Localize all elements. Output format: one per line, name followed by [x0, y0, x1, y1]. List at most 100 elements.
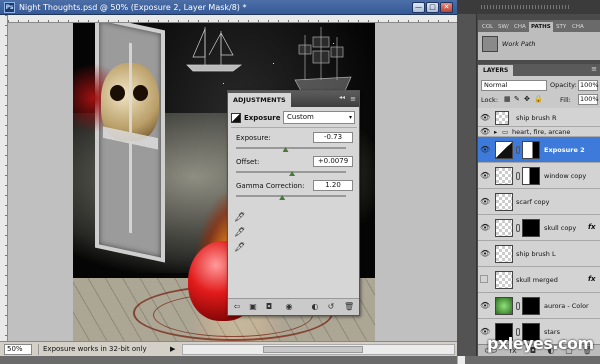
mask-link-icon[interactable]: [516, 172, 520, 180]
star: [273, 63, 274, 64]
mask-link-icon[interactable]: [516, 224, 520, 232]
layer-name[interactable]: window copy: [544, 171, 586, 181]
layer-thumbnail[interactable]: [495, 193, 513, 211]
layer-effects-icon[interactable]: fx: [588, 223, 596, 231]
layer-mask-thumbnail[interactable]: [522, 219, 540, 237]
layer-row[interactable]: 👁 ▸ ▭ heart, fire, arcane: [478, 127, 600, 137]
layer-thumbnail[interactable]: [495, 219, 513, 237]
layer-name[interactable]: skull copy: [544, 223, 576, 233]
expand-view-icon[interactable]: ▣: [248, 302, 258, 312]
fill-field[interactable]: 100%: [578, 94, 599, 105]
layer-row[interactable]: 👁 skull copy fx: [478, 215, 600, 241]
horizontal-scrollbar[interactable]: [182, 344, 455, 355]
adjustments-panel-header[interactable]: ADJUSTMENTS ◂◂ ≡: [228, 91, 359, 107]
horizontal-scroll-thumb[interactable]: [263, 346, 363, 353]
lock-position-icon[interactable]: ✥: [524, 95, 532, 103]
opacity-field[interactable]: 100%: [578, 80, 599, 91]
tab-color[interactable]: COL: [480, 22, 495, 32]
layer-list: 👁 ship brush R 👁 ▸ ▭ heart, fire, arcane 👁 Expo…: [478, 108, 600, 344]
document-title-bar[interactable]: Ps Night Thoughts.psd @ 50% (Exposure 2,…: [0, 0, 457, 15]
tab-styles[interactable]: STY: [554, 22, 568, 32]
layer-row[interactable]: 👁 ship brush R: [478, 108, 600, 127]
status-menu-arrow-icon[interactable]: ▶: [170, 345, 175, 353]
dock-header[interactable]: [457, 0, 600, 14]
layer-row[interactable]: 👁 ship brush L: [478, 241, 600, 267]
lock-transparency-icon[interactable]: ▦: [504, 95, 512, 103]
gamma-slider-track[interactable]: [236, 195, 346, 197]
panel-menu-icon[interactable]: ≡: [591, 65, 597, 73]
layer-row[interactable]: 👁 window copy: [478, 163, 600, 189]
work-path-thumbnail[interactable]: [482, 36, 498, 52]
tab-paths[interactable]: PATHS: [529, 22, 553, 32]
tab-channels[interactable]: CHA: [512, 22, 528, 32]
layer-thumbnail[interactable]: [495, 245, 513, 263]
vertical-ruler[interactable]: [0, 15, 8, 341]
preset-dropdown[interactable]: Custom ▾: [283, 111, 355, 124]
visibility-eye-icon[interactable]: 👁: [480, 113, 490, 123]
black-eyedropper-icon[interactable]: 🖋: [234, 213, 245, 223]
visibility-eye-icon[interactable]: 👁: [480, 223, 490, 233]
tab-swatches[interactable]: SW/: [496, 22, 511, 32]
layer-name[interactable]: skull merged: [516, 275, 558, 285]
visibility-eye-icon[interactable]: [480, 275, 488, 283]
exposure-slider-track[interactable]: [236, 147, 346, 149]
offset-slider-track[interactable]: [236, 171, 346, 173]
tab-character[interactable]: CHA: [570, 22, 586, 32]
layer-effects-icon[interactable]: fx: [588, 275, 596, 283]
layer-row[interactable]: 👁 Exposure 2: [478, 137, 600, 163]
gray-eyedropper-icon[interactable]: 🖋: [234, 228, 245, 238]
layer-mask-thumbnail[interactable]: [522, 141, 540, 159]
reset-icon[interactable]: ↺: [326, 302, 336, 312]
zoom-level-field[interactable]: 50%: [4, 344, 32, 355]
visibility-eye-icon[interactable]: 👁: [480, 127, 490, 137]
expand-group-icon[interactable]: ▸: [494, 127, 497, 137]
mask-link-icon[interactable]: [516, 302, 520, 310]
layers-tab[interactable]: LAYERS: [478, 65, 514, 76]
layer-row[interactable]: skull merged fx: [478, 267, 600, 293]
blend-mode-dropdown[interactable]: Normal: [481, 80, 547, 91]
layer-name[interactable]: ship brush R: [516, 113, 557, 123]
layer-mask-thumbnail[interactable]: [522, 297, 540, 315]
collapse-icon[interactable]: ◂◂: [339, 94, 345, 101]
adjustments-tab[interactable]: ADJUSTMENTS: [228, 93, 291, 107]
mask-link-icon[interactable]: [516, 146, 520, 154]
layer-name[interactable]: heart, fire, arcane: [512, 127, 570, 137]
visibility-eye-icon[interactable]: 👁: [480, 145, 490, 155]
layer-name[interactable]: scarf copy: [516, 197, 550, 207]
adjustment-header-row: Exposure Custom ▾: [231, 111, 357, 125]
layer-name[interactable]: aurora - Color: [544, 301, 589, 311]
layer-mask-thumbnail[interactable]: [522, 167, 540, 185]
layer-row[interactable]: 👁 aurora - Color: [478, 293, 600, 319]
dock-grip[interactable]: [481, 5, 571, 9]
lock-pixels-icon[interactable]: ✎: [514, 95, 522, 103]
layer-thumbnail[interactable]: [495, 111, 509, 125]
visibility-eye-icon[interactable]: 👁: [480, 301, 490, 311]
layer-name[interactable]: ship brush L: [516, 249, 556, 259]
layer-thumbnail[interactable]: [495, 297, 513, 315]
visibility-icon[interactable]: ◉: [284, 302, 294, 312]
maximize-button[interactable]: □: [426, 2, 439, 13]
adjustment-icon[interactable]: [495, 141, 513, 159]
work-path-label[interactable]: Work Path: [502, 40, 535, 48]
offset-value-field[interactable]: +0.0079: [313, 156, 353, 167]
exposure-value-field[interactable]: -0.73: [313, 132, 353, 143]
exposure-label: Exposure:: [236, 134, 271, 142]
gamma-value-field[interactable]: 1.20: [313, 180, 353, 191]
layer-row[interactable]: 👁 scarf copy: [478, 189, 600, 215]
previous-state-icon[interactable]: ◐: [310, 302, 320, 312]
white-eyedropper-icon[interactable]: 🖋: [234, 243, 245, 253]
visibility-eye-icon[interactable]: 👁: [480, 171, 490, 181]
horizontal-ruler[interactable]: [8, 15, 457, 23]
lock-all-icon[interactable]: 🔒: [534, 95, 543, 103]
layer-name[interactable]: Exposure 2: [544, 145, 585, 155]
panel-menu-icon[interactable]: ≡: [350, 95, 356, 103]
layer-thumbnail[interactable]: [495, 271, 513, 289]
layer-thumbnail[interactable]: [495, 167, 513, 185]
minimize-button[interactable]: —: [412, 2, 425, 13]
clip-to-layer-icon[interactable]: ◘: [264, 302, 274, 312]
close-button[interactable]: ✕: [440, 2, 453, 13]
visibility-eye-icon[interactable]: 👁: [480, 249, 490, 259]
return-to-list-icon[interactable]: ⇦: [232, 302, 242, 312]
delete-icon[interactable]: 🗑: [344, 302, 354, 312]
visibility-eye-icon[interactable]: 👁: [480, 197, 490, 207]
